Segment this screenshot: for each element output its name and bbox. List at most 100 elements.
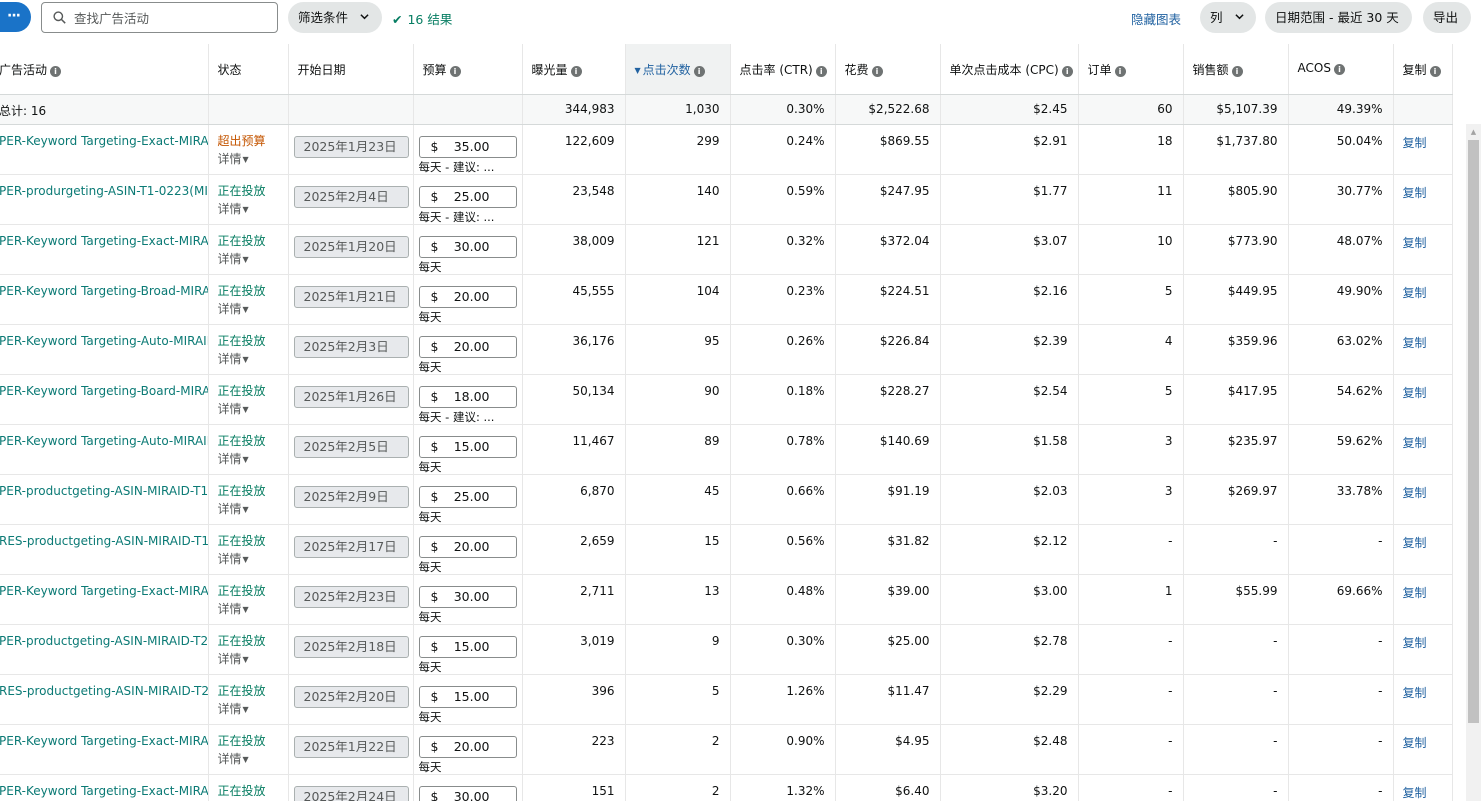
status-details-dropdown[interactable]: 详情▼ — [218, 252, 278, 267]
start-date-cell: 2025年2月20日 — [288, 674, 414, 725]
copy-campaign-link[interactable]: 复制 — [1393, 224, 1453, 275]
info-icon[interactable]: i — [1429, 66, 1441, 77]
budget-input[interactable]: $30.00 — [418, 235, 517, 258]
campaign-name-link[interactable]: PER-Keyword Targeting-Auto-MIRAID — [0, 424, 209, 475]
campaign-name-link[interactable]: PER-produrgeting-ASIN-T1-0223(MIRAID) — [0, 174, 209, 225]
status-details-dropdown[interactable]: 详情▼ — [218, 302, 278, 317]
status-details-dropdown[interactable]: 详情▼ — [218, 452, 278, 467]
campaign-name-link[interactable]: PER-Keyword Targeting-Exact-MIRAID — [0, 724, 209, 775]
info-icon[interactable]: i — [1231, 66, 1243, 77]
campaign-name-link[interactable]: PER-productgeting-ASIN-MIRAID-T2 — [0, 624, 209, 675]
budget-input[interactable]: $18.00 — [418, 385, 517, 408]
copy-campaign-link[interactable]: 复制 — [1393, 674, 1453, 725]
copy-campaign-link[interactable]: 复制 — [1393, 724, 1453, 775]
filter-button[interactable]: 筛选条件 — [288, 2, 382, 33]
info-icon[interactable]: i — [570, 66, 582, 77]
copy-campaign-link[interactable]: 复制 — [1393, 174, 1453, 225]
info-icon[interactable]: i — [871, 66, 883, 77]
campaign-name-link[interactable]: PER-Keyword Targeting-Exact-MIRAID — [0, 124, 209, 175]
search-input[interactable] — [74, 8, 269, 28]
status-details-dropdown[interactable]: 详情▼ — [218, 502, 278, 517]
copy-campaign-link[interactable]: 复制 — [1393, 274, 1453, 325]
sales-cell: - — [1183, 774, 1289, 801]
budget-input[interactable]: $15.00 — [418, 635, 517, 658]
campaign-name-link[interactable]: PER-Keyword Targeting-Exact-MIRAID — [0, 574, 209, 625]
budget-input[interactable]: $20.00 — [418, 735, 517, 758]
budget-input[interactable]: $20.00 — [418, 285, 517, 308]
status-details-dropdown[interactable]: 详情▼ — [218, 652, 278, 667]
status-details-dropdown[interactable]: 详情▼ — [218, 552, 278, 567]
copy-campaign-link[interactable]: 复制 — [1393, 774, 1453, 801]
budget-input[interactable]: $15.00 — [418, 685, 517, 708]
column-header-sales[interactable]: 销售额 i — [1183, 44, 1289, 95]
status-details-dropdown[interactable]: 详情▼ — [218, 352, 278, 367]
status-details-dropdown[interactable]: 详情▼ — [218, 602, 278, 617]
date-range-button[interactable]: 日期范围 - 最近 30 天 — [1265, 2, 1412, 33]
copy-campaign-link[interactable]: 复制 — [1393, 374, 1453, 425]
column-header-start-date[interactable]: 开始日期 — [288, 44, 414, 95]
start-date-field: 2025年1月26日 — [293, 385, 409, 408]
clicks-cell: 2 — [625, 774, 731, 801]
copy-campaign-link[interactable]: 复制 — [1393, 524, 1453, 575]
column-header-campaign[interactable]: 广告活动 i — [0, 44, 209, 95]
budget-input[interactable]: $25.00 — [418, 485, 517, 508]
status-details-label: 详情 — [217, 401, 242, 416]
budget-input[interactable]: $30.00 — [418, 785, 517, 801]
status-details-dropdown[interactable]: 详情▼ — [218, 702, 278, 717]
status-badge: 正在投放 — [217, 583, 266, 598]
info-icon[interactable]: i — [1114, 66, 1126, 77]
acos-cell: 63.02% — [1288, 324, 1394, 375]
copy-campaign-link[interactable]: 复制 — [1393, 424, 1453, 475]
info-icon[interactable]: i — [1333, 64, 1345, 75]
column-header-orders[interactable]: 订单 i — [1078, 44, 1184, 95]
status-cell: 正在投放详情▼ — [208, 724, 289, 775]
info-icon[interactable]: i — [1061, 66, 1073, 77]
copy-campaign-link[interactable]: 复制 — [1393, 574, 1453, 625]
column-header-cpc[interactable]: 单次点击成本 (CPC) i — [940, 44, 1079, 95]
status-details-dropdown[interactable]: 详情▼ — [218, 752, 278, 767]
campaign-name-link[interactable]: PER-Keyword Targeting-Board-MIRAID — [0, 374, 209, 425]
budget-input[interactable]: $20.00 — [418, 535, 517, 558]
campaign-name-link[interactable]: PER-Keyword Targeting-Broad-MIRAID — [0, 274, 209, 325]
scroll-up-arrow-icon[interactable]: ▲ — [1466, 126, 1481, 138]
campaign-name-link[interactable]: PER-productgeting-ASIN-MIRAID-T1 — [0, 474, 209, 525]
status-details-dropdown[interactable]: 详情▼ — [218, 202, 278, 217]
copy-campaign-link[interactable]: 复制 — [1393, 474, 1453, 525]
copy-campaign-link[interactable]: 复制 — [1393, 124, 1453, 175]
status-details-dropdown[interactable]: 详情▼ — [218, 402, 278, 417]
info-icon[interactable]: i — [449, 66, 461, 77]
column-header-impressions[interactable]: 曝光量 i — [522, 44, 626, 95]
column-header-label: 开始日期 — [297, 63, 346, 77]
budget-input[interactable]: $15.00 — [418, 435, 517, 458]
search-box[interactable] — [41, 2, 278, 33]
column-header-ctr[interactable]: 点击率 (CTR) i — [730, 44, 836, 95]
scrollbar-thumb[interactable] — [1468, 140, 1479, 723]
export-button[interactable]: 导出 — [1423, 2, 1471, 33]
column-header-budget[interactable]: 预算 i — [413, 44, 523, 95]
budget-input[interactable]: $35.00 — [418, 135, 517, 158]
campaign-name-link[interactable]: PER-Keyword Targeting-Auto-MIRAID — [0, 324, 209, 375]
budget-input[interactable]: $20.00 — [418, 335, 517, 358]
campaign-name-link[interactable]: RES-productgeting-ASIN-MIRAID-T1 — [0, 524, 209, 575]
vertical-scrollbar[interactable]: ▲ — [1466, 124, 1481, 801]
copy-campaign-link[interactable]: 复制 — [1393, 324, 1453, 375]
campaign-name-link[interactable]: PER-Keyword Targeting-Exact-MIRAID — [0, 774, 209, 801]
budget-input[interactable]: $30.00 — [418, 585, 517, 608]
hide-chart-link[interactable]: 隐藏图表 — [1131, 9, 1181, 28]
currency-symbol: $ — [430, 588, 439, 604]
column-header-acos[interactable]: ACOS i — [1288, 44, 1394, 95]
column-header-clicks[interactable]: ▼ 点击次数 i — [625, 44, 731, 95]
info-icon[interactable]: i — [693, 66, 705, 77]
column-header-spend[interactable]: 花费 i — [835, 44, 941, 95]
campaign-name-link[interactable]: PER-Keyword Targeting-Exact-MIRAID — [0, 224, 209, 275]
status-details-dropdown[interactable]: 详情▼ — [218, 152, 278, 167]
info-icon[interactable]: i — [815, 66, 827, 77]
column-header-copy[interactable]: 复制 i — [1393, 44, 1453, 95]
copy-campaign-link[interactable]: 复制 — [1393, 624, 1453, 675]
column-header-status[interactable]: 状态 — [208, 44, 289, 95]
info-icon[interactable]: i — [50, 66, 62, 77]
columns-button[interactable]: 列 — [1200, 2, 1256, 33]
campaign-name-link[interactable]: RES-productgeting-ASIN-MIRAID-T2 — [0, 674, 209, 725]
more-actions-button[interactable]: ··· — [0, 2, 31, 32]
budget-input[interactable]: $25.00 — [418, 185, 517, 208]
